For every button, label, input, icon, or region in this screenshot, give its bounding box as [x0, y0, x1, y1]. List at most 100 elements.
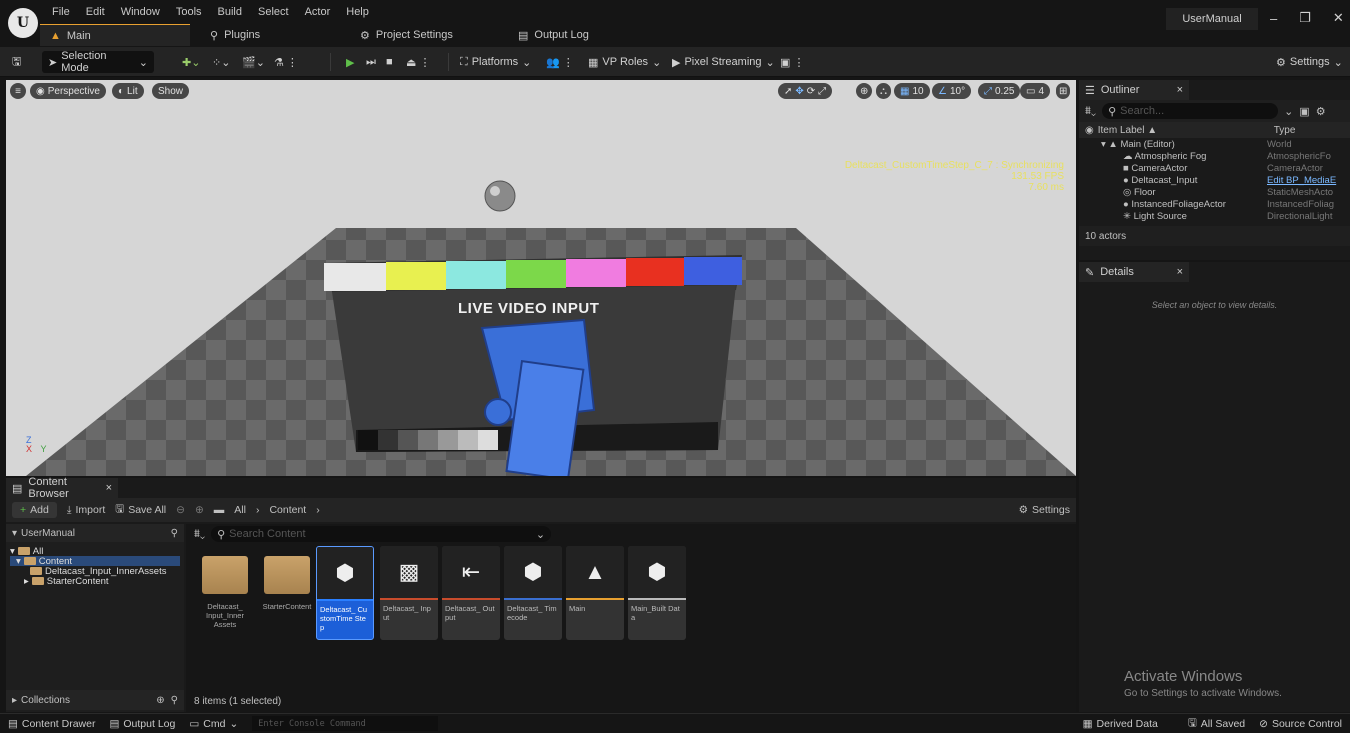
outliner-row[interactable]: ■ CameraActor CameraActor	[1079, 162, 1350, 174]
search-icon[interactable]: ⚲	[171, 528, 178, 539]
content-search-input[interactable]: ⚲ Search Content ⌄	[211, 526, 552, 542]
asset-tile-selected[interactable]: ⬢ Deltacast_ CustomTime Step	[316, 546, 374, 640]
transform-tools[interactable]: ➚ ✥ ⟳ ⤢	[778, 83, 833, 99]
cmd-dropdown[interactable]: ▭ Cmd ⌄	[189, 718, 238, 730]
close-icon[interactable]: ×	[1177, 84, 1183, 96]
cb-settings-button[interactable]: ⚙ Settings	[1019, 504, 1070, 516]
lit-button[interactable]: ◐ Lit	[112, 83, 144, 99]
breadcrumb-all[interactable]: All	[234, 504, 246, 516]
blueprint-icon[interactable]: ⁘⌄	[206, 51, 236, 73]
asset-folder[interactable]: Deltacast_ Input_Inner Assets	[196, 546, 254, 640]
maximize-viewport-icon[interactable]: ⊞	[1056, 83, 1071, 99]
add-button[interactable]: + Add	[12, 502, 57, 518]
import-button[interactable]: ⤓ Import	[67, 504, 105, 517]
all-saved-button[interactable]: 🖫 All Saved	[1188, 715, 1245, 733]
outliner-row[interactable]: ● Deltacast_Input Edit BP_MediaE	[1079, 174, 1350, 186]
content-drawer-button[interactable]: ▤ Content Drawer	[8, 718, 95, 730]
unreal-logo-icon[interactable]: U	[8, 8, 38, 38]
step-icon[interactable]: ⏭	[360, 51, 382, 73]
close-icon[interactable]: ×	[1177, 266, 1183, 278]
select-icon[interactable]: ➚	[784, 86, 792, 97]
pixel-streaming-dropdown[interactable]: ▶ Pixel Streaming ⌄	[666, 51, 781, 73]
vp-roles-dropdown[interactable]: ▦ VP Roles ⌄	[582, 51, 667, 73]
menu-build[interactable]: Build	[218, 6, 242, 18]
outliner-row[interactable]: ✳ Light Source DirectionalLight	[1079, 210, 1350, 222]
close-icon[interactable]: ✕	[1333, 10, 1344, 26]
rotation-snap-button[interactable]: ∠ 10°	[932, 83, 972, 99]
forward-icon[interactable]: ⊕	[195, 504, 204, 516]
cinematics-icon[interactable]: 🎬⌄	[236, 51, 271, 73]
source-control-button[interactable]: ⊘ Source Control	[1259, 718, 1342, 730]
viewport-menu-icon[interactable]: ≡	[10, 83, 26, 99]
chevron-down-icon[interactable]: ⌄	[1284, 105, 1293, 118]
multiuser-icon[interactable]: 👥 ⋮	[540, 51, 580, 73]
outliner-row[interactable]: ● InstancedFoliageActor InstancedFoliag	[1079, 198, 1350, 210]
output-log-button[interactable]: ▤ Output Log	[109, 718, 175, 730]
back-icon[interactable]: ⊖	[176, 504, 185, 516]
tab-output-log[interactable]: ▤ Output Log	[508, 24, 599, 46]
eject-icon[interactable]: ⏏ ⋮	[400, 51, 436, 73]
save-icon[interactable]: 🖫	[6, 51, 27, 73]
tree-item-starter-content[interactable]: ▸ StarterContent	[10, 576, 180, 587]
filter-icon[interactable]: ⩩⌄	[194, 528, 205, 541]
settings-dropdown[interactable]: ⚙ Settings ⌄	[1270, 51, 1349, 73]
console-command-input[interactable]: Enter Console Command	[252, 716, 439, 731]
tab-details[interactable]: ✎ Details ×	[1079, 262, 1189, 282]
sources-header[interactable]: ▾ UserManual ⚲	[6, 524, 184, 542]
menu-edit[interactable]: Edit	[86, 6, 105, 18]
rotate-icon[interactable]: ⟳	[807, 86, 815, 97]
add-collection-icon[interactable]: ⊕	[156, 695, 164, 706]
scale-icon[interactable]: ⤢	[818, 86, 826, 97]
maximize-icon[interactable]: ❐	[1299, 10, 1311, 26]
play-button[interactable]: ▶	[340, 51, 360, 73]
grid-snap-button[interactable]: ▦ 10	[894, 83, 930, 99]
add-actor-icon[interactable]: ✚⌄	[176, 51, 206, 73]
tree-item-all[interactable]: ▾ All	[10, 546, 180, 557]
selection-mode-dropdown[interactable]: ➤ Selection Mode ⌄	[42, 50, 154, 74]
camera-speed-button[interactable]: ▭ 4	[1020, 83, 1051, 99]
asset-tile[interactable]: ▲ Main	[566, 546, 624, 640]
asset-tile[interactable]: ▩ Deltacast_ Input	[380, 546, 438, 640]
tree-item-deltacast-inner[interactable]: Deltacast_Input_InnerAssets	[10, 566, 180, 577]
column-type[interactable]: Type	[1274, 125, 1296, 136]
show-button[interactable]: Show	[152, 83, 190, 99]
save-all-button[interactable]: 🖫 Save All	[115, 501, 166, 519]
collections-header[interactable]: ▸ Collections ⊕ ⚲	[6, 690, 184, 710]
level-viewport[interactable]: LIVE VIDEO INPUT ≡ ◉ Perspective ◐ Lit Sho…	[6, 80, 1076, 476]
visibility-icon[interactable]: ◉	[1085, 125, 1094, 136]
menu-tools[interactable]: Tools	[176, 6, 202, 18]
tree-item-content[interactable]: ▾ Content	[10, 556, 180, 567]
menu-actor[interactable]: Actor	[305, 6, 331, 18]
outliner-row[interactable]: ◎ Floor StaticMeshActo	[1079, 186, 1350, 198]
close-icon[interactable]: ×	[106, 482, 112, 494]
menu-window[interactable]: Window	[121, 6, 160, 18]
breadcrumb-content[interactable]: Content	[269, 504, 306, 516]
asset-tile[interactable]: ⬢ Deltacast_ Timecode	[504, 546, 562, 640]
extra-tools-icon[interactable]: ▣ ⋮	[774, 51, 810, 73]
tab-content-browser[interactable]: ▤ Content Browser ×	[6, 476, 118, 500]
tab-project-settings[interactable]: ⚙ Project Settings	[350, 24, 463, 46]
tab-main[interactable]: ▲ Main	[40, 24, 190, 46]
menu-help[interactable]: Help	[346, 6, 369, 18]
asset-tile[interactable]: ⇤ Deltacast_ Output	[442, 546, 500, 640]
minimize-icon[interactable]: –	[1270, 11, 1277, 26]
stop-icon[interactable]: ■	[380, 51, 399, 73]
move-icon[interactable]: ✥	[795, 86, 803, 97]
surface-snap-icon[interactable]: ⛬	[876, 83, 891, 99]
search-icon[interactable]: ⚲	[171, 695, 178, 706]
asset-tile[interactable]: ⬢ Main_Built Data	[628, 546, 686, 640]
tab-outliner[interactable]: ☰ Outliner ×	[1079, 80, 1189, 100]
gear-icon[interactable]: ⚙	[1316, 105, 1326, 118]
column-item-label[interactable]: Item Label ▲	[1098, 125, 1274, 136]
add-folder-icon[interactable]: ▣	[1299, 105, 1309, 118]
edit-blueprint-link[interactable]: Edit BP_MediaE	[1267, 175, 1336, 186]
scale-snap-button[interactable]: ⤢ 0.25	[978, 83, 1021, 99]
menu-file[interactable]: File	[52, 6, 70, 18]
filter-icon[interactable]: ⩩⌄	[1085, 105, 1096, 118]
menu-select[interactable]: Select	[258, 6, 289, 18]
derived-data-button[interactable]: ▦ Derived Data	[1083, 718, 1158, 730]
outliner-search-input[interactable]: ⚲ Search...	[1102, 103, 1279, 119]
outliner-row[interactable]: ☁ Atmospheric Fog AtmosphericFo	[1079, 150, 1350, 162]
tab-plugins[interactable]: ⚲ Plugins	[200, 24, 270, 46]
outliner-row[interactable]: ▾ ▲ Main (Editor) World	[1079, 138, 1350, 150]
